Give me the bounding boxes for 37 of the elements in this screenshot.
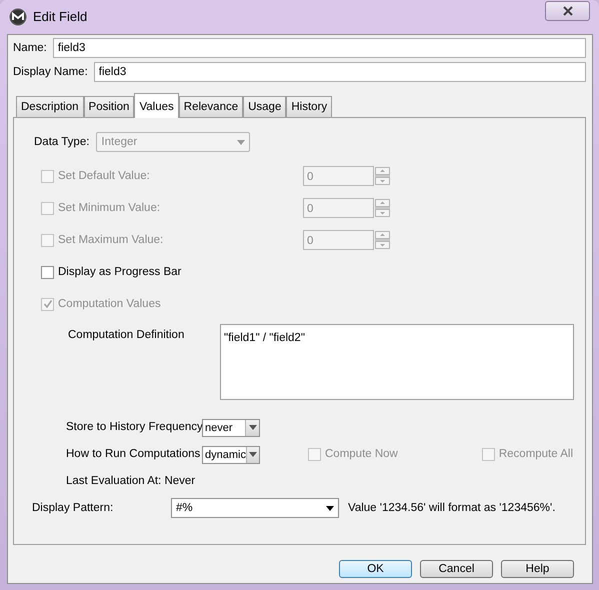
dialog-button[interactable]: Cancel [420,560,493,578]
tab[interactable]: Description [16,96,84,118]
field-label: How to Run Computations [66,447,202,462]
checkbox[interactable] [41,266,54,279]
run-computations-dropdown[interactable]: dynamic [202,446,260,464]
last-evaluation-text: Last Evaluation At: Never [66,474,196,490]
field-label: Display Name: [13,65,88,80]
field-label: Store to History Frequency [66,420,202,436]
spinner-arrows-icon[interactable] [375,231,390,250]
caret-icon [326,506,334,511]
checkbox-label[interactable]: Display as Progress Bar [58,264,182,281]
computation-definition-field[interactable]: "field1" / "field2" [220,324,574,400]
tab[interactable]: History [286,96,332,118]
display-pattern-dropdown[interactable]: #% [171,498,339,518]
spinner-arrows-icon[interactable] [375,199,390,218]
history-frequency-dropdown[interactable]: never [202,418,260,437]
spinner-arrows-icon[interactable] [375,167,390,186]
caret-icon [237,140,246,145]
field-label: Computation Definition [68,328,186,344]
app-logo-icon [9,8,27,26]
tab[interactable]: Relevance [178,96,244,118]
field-label: Display Pattern: [32,500,114,516]
window-title: Edit Field [33,8,88,26]
field-label: Name: [13,41,47,56]
caret-icon [248,452,257,458]
format-preview-text: Value '1234.56' will format as '123456%'. [348,500,556,516]
dialog-button[interactable]: Help [501,560,574,578]
field-label: Data Type: [34,134,90,150]
close-icon [562,6,574,16]
display-name-field[interactable]: field3 [94,62,586,82]
tab[interactable]: Position [84,96,134,118]
tab[interactable]: Values [134,93,179,118]
tab[interactable]: Usage [243,96,286,118]
close-button[interactable] [545,1,590,21]
name-field[interactable]: field3 [52,38,586,58]
caret-icon [248,425,256,430]
dialog-button[interactable]: OK [339,560,412,578]
